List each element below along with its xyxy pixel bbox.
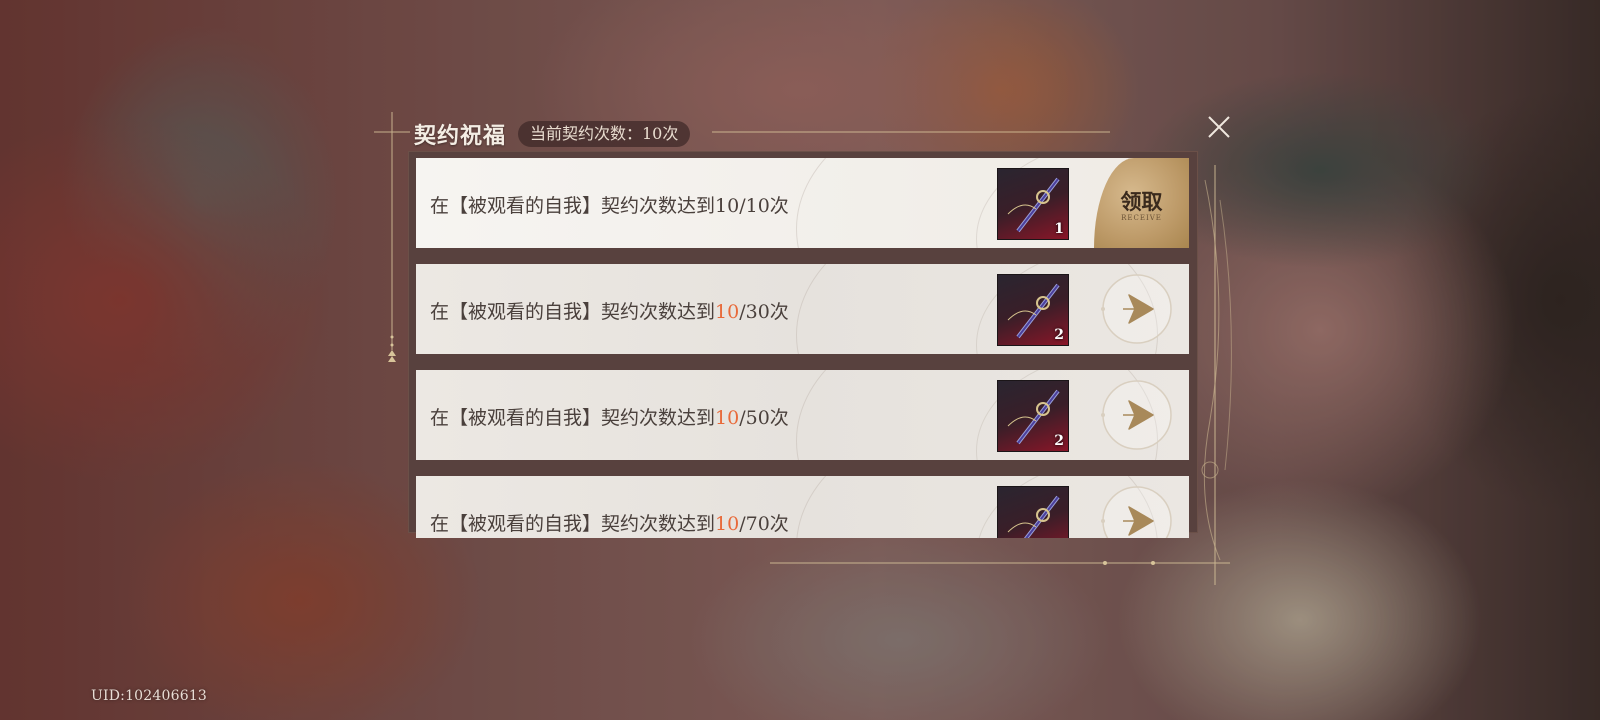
reward-item[interactable]: 1 [997, 168, 1069, 240]
reward-row: 在【被观看的自我】契约次数达到10/30次 2 [416, 264, 1189, 354]
goto-button[interactable] [1099, 377, 1175, 453]
reward-quantity: 2 [1054, 433, 1064, 449]
progress-value: 10 [715, 513, 740, 535]
weapon-item-icon [1007, 495, 1060, 538]
progress-value: 10 [715, 195, 740, 217]
reward-condition: 在【被观看的自我】契约次数达到10/10次 [430, 195, 789, 217]
page-title: 契约祝福 [414, 123, 507, 149]
reward-quantity: 2 [1054, 327, 1064, 343]
goto-button[interactable] [1099, 271, 1175, 347]
reward-item[interactable]: 2 [997, 274, 1069, 346]
reward-list[interactable]: 在【被观看的自我】契约次数达到10/10次 1 领取 RECEIVE 在【被观看… [416, 158, 1189, 538]
contract-count-badge: 当前契约次数：10次 [518, 121, 691, 147]
reward-condition: 在【被观看的自我】契约次数达到10/70次 [430, 513, 789, 535]
reward-quantity: 1 [1054, 221, 1064, 237]
reward-row: 在【被观看的自我】契约次数达到10/70次 [416, 476, 1189, 538]
navigate-arrow-icon [1101, 274, 1172, 344]
reward-row: 在【被观看的自我】契约次数达到10/10次 1 领取 RECEIVE [416, 158, 1189, 248]
reward-item[interactable]: 2 [997, 380, 1069, 452]
close-button[interactable] [1206, 114, 1232, 140]
reward-condition: 在【被观看的自我】契约次数达到10/30次 [430, 301, 789, 323]
progress-value: 10 [715, 301, 740, 323]
user-id: UID:102406613 [91, 688, 208, 704]
progress-value: 10 [715, 407, 740, 429]
close-icon [1208, 116, 1230, 138]
navigate-arrow-icon [1101, 486, 1172, 538]
goto-button[interactable] [1099, 483, 1175, 538]
reward-row: 在【被观看的自我】契约次数达到10/50次 2 [416, 370, 1189, 460]
reward-condition: 在【被观看的自我】契约次数达到10/50次 [430, 407, 789, 429]
navigate-arrow-icon [1101, 380, 1172, 450]
reward-item[interactable] [997, 486, 1069, 538]
